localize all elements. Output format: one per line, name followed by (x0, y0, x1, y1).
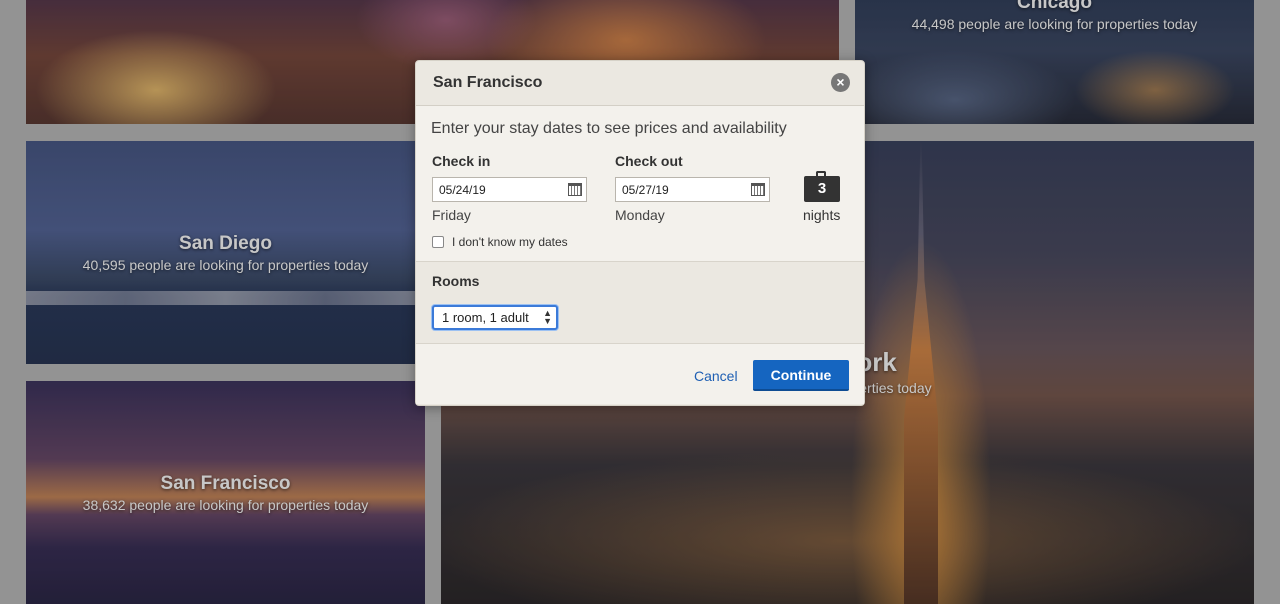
dialog-title: San Francisco (433, 74, 543, 91)
unknown-dates-label[interactable]: I don't know my dates (452, 235, 568, 249)
close-icon[interactable]: × (831, 73, 850, 92)
nights-count-badge: 3 (804, 171, 840, 202)
rooms-select[interactable]: 1 room, 1 adult ▲ ▼ (432, 305, 558, 330)
checkout-weekday: Monday (615, 207, 665, 223)
checkout-date-input[interactable]: 05/27/19 (615, 177, 770, 202)
dialog-body: Enter your stay dates to see prices and … (416, 106, 864, 404)
select-arrows-icon: ▲ ▼ (543, 308, 552, 326)
unknown-dates-checkbox[interactable] (432, 236, 444, 248)
calendar-icon[interactable] (568, 183, 582, 196)
dialog-header: San Francisco × (416, 61, 864, 106)
calendar-icon[interactable] (751, 183, 765, 196)
rooms-selected-value: 1 room, 1 adult (442, 310, 529, 325)
continue-button[interactable]: Continue (753, 360, 849, 391)
dates-prompt: Enter your stay dates to see prices and … (431, 120, 787, 137)
checkout-label: Check out (615, 153, 683, 169)
nights-label: nights (803, 207, 841, 223)
dialog-footer: Cancel Continue (416, 344, 864, 404)
checkin-weekday: Friday (432, 207, 471, 223)
rooms-label: Rooms (432, 273, 480, 289)
cancel-button[interactable]: Cancel (694, 368, 738, 384)
checkin-date-input[interactable]: 05/24/19 (432, 177, 587, 202)
date-picker-dialog: San Francisco × Enter your stay dates to… (415, 60, 865, 406)
checkin-label: Check in (432, 153, 491, 169)
checkin-date-value: 05/24/19 (439, 183, 486, 197)
rooms-section: Rooms 1 room, 1 adult ▲ ▼ (416, 262, 864, 344)
dates-section: Enter your stay dates to see prices and … (416, 106, 864, 262)
checkout-date-value: 05/27/19 (622, 183, 669, 197)
